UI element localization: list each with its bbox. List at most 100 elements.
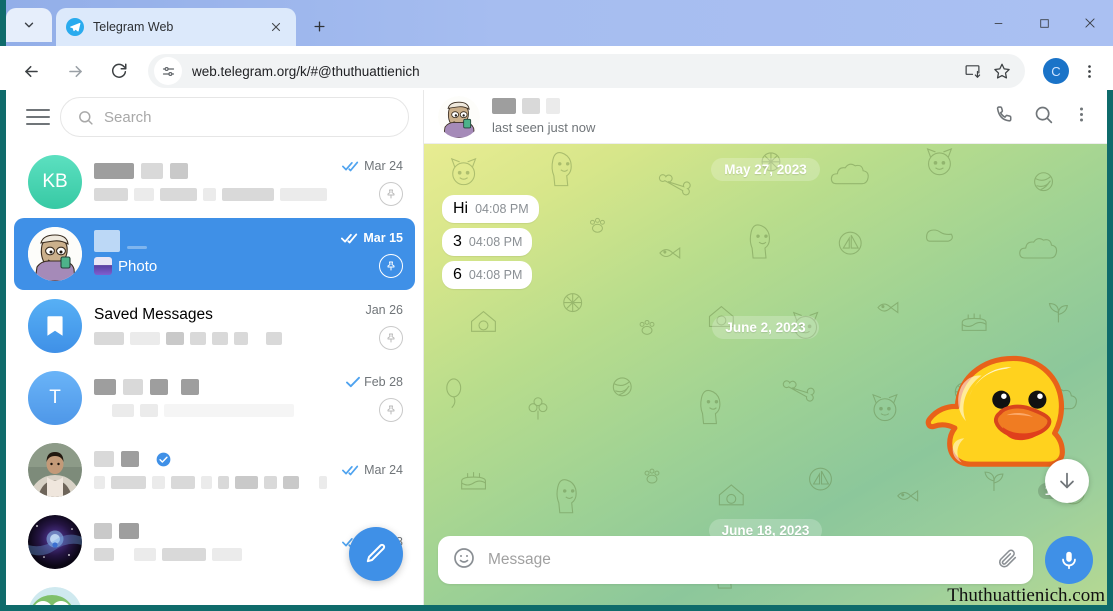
chat-item-meta: Feb 28 [339,371,403,425]
chat-item-date: Jan 26 [365,302,403,317]
telegram-app: Search KB Mar 24 Photo Mar 15 Saved Mess… [0,90,1113,611]
chat-item-meta: Mar 15 [339,227,403,281]
redaction-block [133,187,154,201]
chat-item-status: Jan 26 [365,303,403,317]
chat-item-meta: Jan 26 [339,299,403,353]
browser-menu-button[interactable] [1075,57,1103,85]
chat-header-name-redacted [492,98,982,114]
redaction-block [280,187,327,201]
redaction-block [162,547,206,561]
chat-item-title-redacted [94,451,327,468]
message-bubble[interactable]: 3 04:08 PM [442,228,533,256]
bookmark-star-button[interactable] [989,58,1015,84]
chat-header-avatar[interactable] [438,95,480,138]
emoji-button[interactable] [452,546,476,575]
chat-item-status: Mar 24 [342,463,403,477]
browser-tab[interactable]: Telegram Web [56,8,296,46]
hamburger-bar [26,116,50,118]
chat-item-status: Feb 28 [346,375,403,389]
address-bar[interactable]: web.telegram.org/k/#@thuthuattienich [148,54,1025,88]
hamburger-menu-icon[interactable] [26,109,50,125]
chat-item-title-redacted [94,163,327,180]
message-time: 04:08 PM [468,235,523,249]
scroll-to-bottom-button[interactable] [1045,459,1089,503]
pin-icon [379,325,403,350]
install-app-button[interactable] [959,58,985,84]
chat-item-subtitle-redacted [94,187,327,202]
cartoon-avatar-icon [28,227,82,281]
chat-item-text: Saved Messages [94,306,327,346]
attach-button[interactable] [997,547,1019,574]
tab-close-button[interactable] [266,17,286,37]
compose-new-message-button[interactable] [349,527,403,581]
redaction-block [318,475,328,489]
avatar: KB [28,155,82,209]
window-maximize-button[interactable] [1021,0,1067,46]
tab-title: Telegram Web [93,20,174,34]
chat-item-text [94,379,327,418]
phone-icon [996,105,1012,122]
message-bubble[interactable]: 6 04:08 PM [442,261,533,289]
pushpin-icon [387,189,395,198]
chat-item-subtitle: Photo [94,256,327,276]
redaction-block [218,475,229,489]
photo-thumbnail-icon [94,257,112,275]
site-settings-icon[interactable] [154,57,182,85]
chat-pane: last seen just now May 27, 2023 Hi 04:08… [424,90,1107,605]
window-controls [975,0,1113,46]
voice-record-button[interactable] [1045,536,1093,584]
redaction-block [166,331,184,345]
redaction-block [123,379,143,395]
redaction-block [234,475,259,489]
chat-list-item[interactable]: Mar 24 [14,434,415,506]
chat-item-title-redacted [94,523,327,540]
chat-list-item[interactable]: Mar 12 [14,578,415,605]
redaction-block [151,475,165,489]
forward-button[interactable] [59,55,91,87]
search-placeholder: Search [104,108,152,126]
pin-icon [379,181,403,206]
chat-item-text [94,523,327,562]
redaction-block [212,547,242,561]
redaction-block [170,163,188,179]
back-button[interactable] [15,55,47,87]
photo-avatar-icon [28,443,82,497]
chat-item-subtitle-redacted [94,403,327,418]
message-input[interactable]: Message [488,551,985,569]
chat-item-text [94,451,328,490]
chat-search-button[interactable] [1033,104,1054,130]
redaction-block [94,331,124,345]
window-minimize-button[interactable] [975,0,1021,46]
chat-more-button[interactable] [1072,105,1091,129]
avatar [28,587,82,605]
chat-item-status: Mar 24 [342,159,403,173]
avatar: T [28,371,82,425]
chat-list-item-saved-messages[interactable]: Saved Messages Jan 26 [14,290,415,362]
chat-item-date: Mar 24 [364,158,403,173]
pushpin-icon [387,333,395,342]
message-input-wrapper[interactable]: Message [438,536,1033,584]
phone-call-button[interactable] [994,104,1015,130]
new-tab-button[interactable] [304,11,334,41]
arrow-down-icon [1060,472,1074,489]
install-icon [965,64,980,78]
chat-list-item[interactable]: T Feb 28 [14,362,415,434]
tab-search-chevron-button[interactable] [6,8,52,42]
redaction-block [170,475,195,489]
microphone-icon [1062,551,1076,570]
chat-item-subtitle-text: Photo [118,257,158,275]
pin-icon [379,397,403,422]
chat-item-date: Feb 28 [364,374,403,389]
search-input[interactable]: Search [60,97,409,137]
redaction-block [94,475,105,489]
profile-avatar[interactable]: C [1043,58,1069,84]
chat-list-item[interactable]: KB Mar 24 [14,146,415,218]
smiley-icon [454,547,474,568]
chat-item-subtitle-redacted [94,475,328,490]
reload-button[interactable] [103,55,135,87]
window-close-button[interactable] [1067,0,1113,46]
chat-list-item-selected[interactable]: Photo Mar 15 [14,218,415,290]
message-bubble[interactable]: Hi 04:08 PM [442,195,539,223]
minimize-icon [994,22,1002,24]
message-scroll-area[interactable]: May 27, 2023 Hi 04:08 PM 3 04:08 PM 6 04… [424,144,1107,605]
